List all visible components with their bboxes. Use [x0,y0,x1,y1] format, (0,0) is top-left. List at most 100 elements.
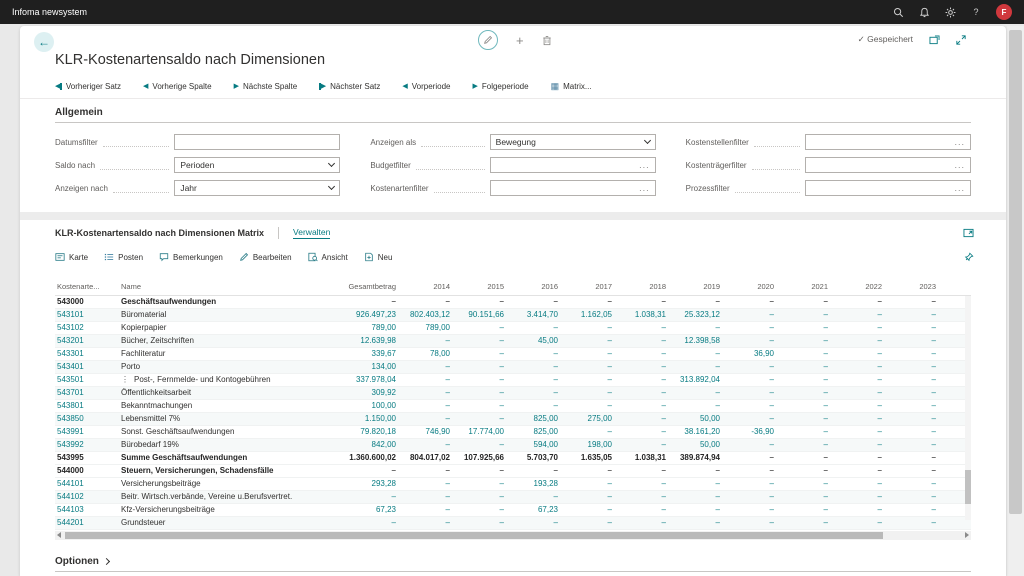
cell-amount[interactable]: – [782,334,836,347]
cell-amount[interactable]: – [782,399,836,412]
cell-amount[interactable]: – [458,490,512,503]
cell-amount[interactable]: – [512,321,566,334]
open-in-window-icon[interactable] [929,35,940,45]
cell-amount[interactable]: – [674,516,728,529]
cell-kostenart-id[interactable]: 543995 [55,451,119,464]
field-select[interactable]: Perioden [174,157,340,173]
cell-amount[interactable]: – [566,477,620,490]
cell-amount[interactable]: – [458,503,512,516]
cell-amount[interactable]: – [782,347,836,360]
add-new-button[interactable]: + [516,33,524,48]
cell-amount[interactable]: – [404,477,458,490]
user-avatar[interactable]: F [996,4,1012,20]
cell-amount[interactable]: – [404,503,458,516]
cell-amount[interactable]: 38.161,20 [674,425,728,438]
cell-amount[interactable]: – [728,464,782,477]
cell-amount[interactable]: – [674,503,728,516]
settings-icon[interactable] [944,6,956,18]
cell-amount[interactable]: – [728,321,782,334]
cell-amount[interactable]: – [620,412,674,425]
cell-amount[interactable]: – [458,412,512,425]
cell-amount[interactable]: – [512,347,566,360]
cell-amount[interactable]: – [728,477,782,490]
cell-amount[interactable]: – [674,347,728,360]
cell-amount[interactable]: 198,00 [566,438,620,451]
field-select[interactable]: Bewegung [490,134,656,150]
cell-amount[interactable]: – [458,334,512,347]
cell-amount[interactable]: – [782,295,836,308]
table-row[interactable]: 543801Bekanntmachungen100,00–––––––––– [55,399,971,412]
table-row[interactable]: 544102Beitr. Wirtsch.verbände, Vereine u… [55,490,971,503]
cell-amount[interactable]: – [836,464,890,477]
cell-amount[interactable]: – [728,386,782,399]
help-icon[interactable]: ? [970,6,982,18]
cell-amount[interactable]: – [319,295,404,308]
cell-amount[interactable]: 789,00 [319,321,404,334]
cell-amount[interactable]: – [458,399,512,412]
cell-amount[interactable]: – [566,334,620,347]
assist-edit-icon[interactable]: ... [954,137,965,147]
column-header-gesamtbetrag[interactable]: Gesamtbetrag [319,280,404,295]
cell-amount[interactable]: – [890,477,944,490]
cell-amount[interactable]: – [458,347,512,360]
cell-kostenart-id[interactable]: 544103 [55,503,119,516]
cell-amount[interactable]: – [319,516,404,529]
cell-amount[interactable]: 746,90 [404,425,458,438]
table-row[interactable]: 543701Öffentlichkeitsarbeit309,92–––––––… [55,386,971,399]
column-header-2016[interactable]: 2016 [512,280,566,295]
cell-amount[interactable]: – [728,360,782,373]
cell-amount[interactable]: – [404,334,458,347]
cell-amount[interactable]: – [836,347,890,360]
cell-amount[interactable]: – [836,386,890,399]
cell-amount[interactable]: – [620,490,674,503]
cell-kostenart-id[interactable]: 543992 [55,438,119,451]
action-next-period[interactable]: ▶Folgeperiode [472,82,528,91]
command-bearbeiten[interactable]: Bearbeiten [239,252,292,262]
cell-amount[interactable]: – [458,295,512,308]
column-header-2022[interactable]: 2022 [836,280,890,295]
cell-amount[interactable]: – [782,490,836,503]
cell-amount[interactable]: -36,90 [728,425,782,438]
cell-amount[interactable]: – [404,438,458,451]
cell-amount[interactable]: – [836,308,890,321]
cell-amount[interactable]: – [728,503,782,516]
cell-amount[interactable]: – [566,464,620,477]
cell-amount[interactable]: 12.398,58 [674,334,728,347]
command-neu[interactable]: Neu [364,252,393,262]
cell-amount[interactable]: – [620,295,674,308]
table-row[interactable]: 544101Versicherungsbeiträge293,28––193,2… [55,477,971,490]
cell-amount[interactable]: 193,28 [512,477,566,490]
pin-icon[interactable] [964,252,974,262]
action-next-record[interactable]: ▶Nächster Satz [319,82,380,91]
cell-amount[interactable]: – [836,477,890,490]
action-matrix-grid[interactable]: ▦Matrix... [551,82,592,91]
cell-amount[interactable]: – [674,360,728,373]
cell-amount[interactable]: – [512,373,566,386]
field-input[interactable] [174,134,340,150]
table-row[interactable]: 543102Kopierpapier789,00789,00––––––––– [55,321,971,334]
cell-amount[interactable]: – [890,399,944,412]
cell-amount[interactable]: 50,00 [674,412,728,425]
cell-amount[interactable]: – [566,321,620,334]
cell-amount[interactable]: 1.162,05 [566,308,620,321]
cell-amount[interactable]: – [782,464,836,477]
cell-amount[interactable]: – [404,386,458,399]
cell-amount[interactable]: – [782,477,836,490]
cell-amount[interactable]: – [836,490,890,503]
general-section-heading[interactable]: Allgemein [55,99,971,123]
cell-amount[interactable]: 45,00 [512,334,566,347]
cell-amount[interactable]: – [620,334,674,347]
table-row[interactable]: 543101Büromaterial926.497,23802.403,1290… [55,308,971,321]
column-header-2020[interactable]: 2020 [728,280,782,295]
cell-amount[interactable]: – [836,399,890,412]
column-header-2014[interactable]: 2014 [404,280,458,295]
table-row[interactable]: 543201Bücher, Zeitschriften12.639,98––45… [55,334,971,347]
cell-amount[interactable]: 926.497,23 [319,308,404,321]
cell-amount[interactable]: – [890,295,944,308]
column-header-2023[interactable]: 2023 [890,280,944,295]
cell-kostenart-id[interactable]: 544102 [55,490,119,503]
cell-amount[interactable]: – [319,490,404,503]
collapse-expand-icon[interactable] [956,35,966,45]
cell-amount[interactable]: – [319,464,404,477]
field-assist[interactable]: ... [490,180,656,196]
